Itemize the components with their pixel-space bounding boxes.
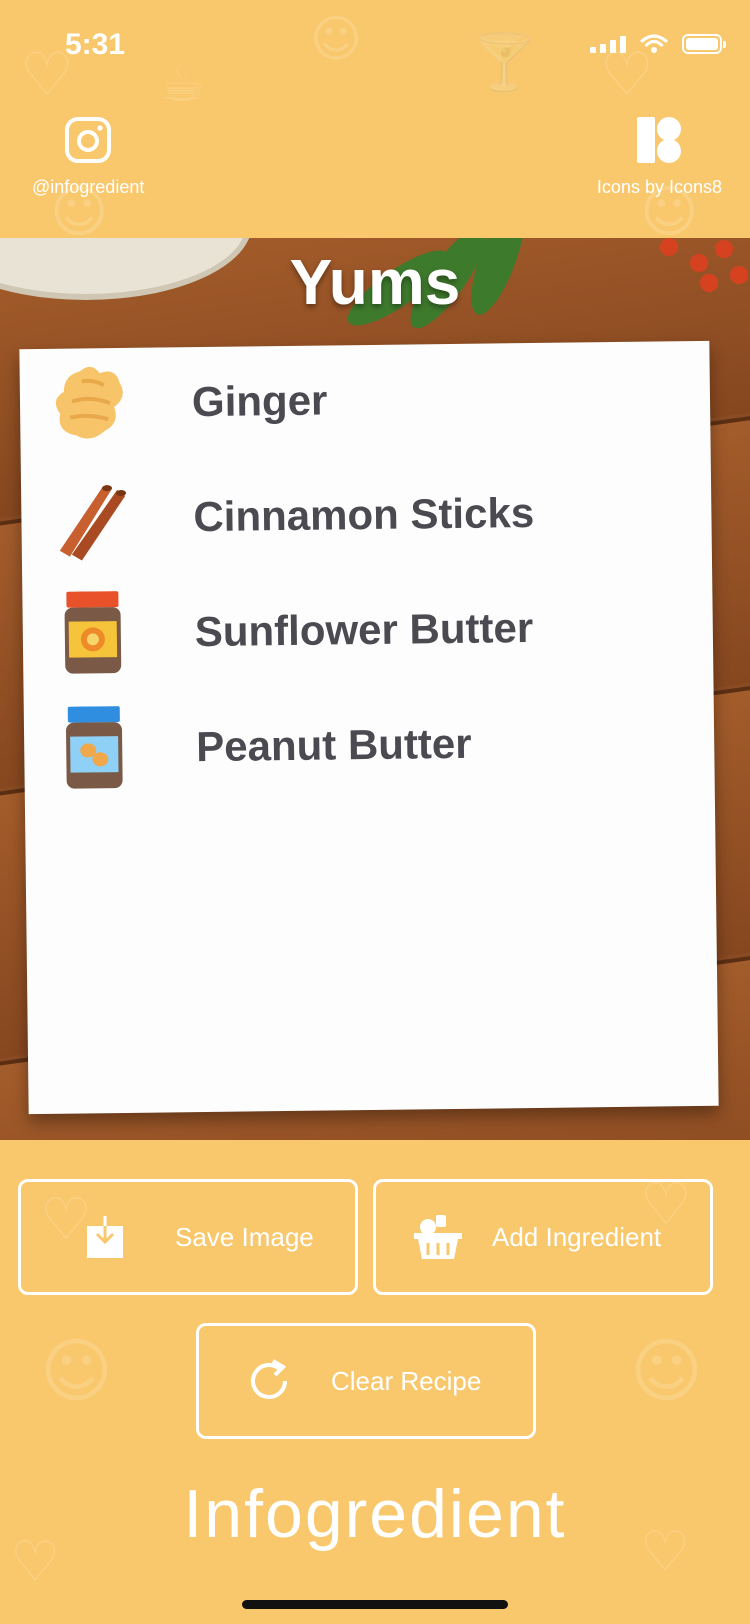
cellular-signal-icon	[590, 35, 626, 53]
add-ingredient-label: Add Ingredient	[492, 1221, 662, 1252]
icons8-credit-link[interactable]: Icons by Icons8	[597, 115, 722, 198]
ingredient-name: Cinnamon Sticks	[193, 488, 535, 541]
instagram-handle-label: @infogredient	[32, 177, 145, 197]
clear-recipe-button[interactable]: Clear Recipe	[196, 1323, 536, 1439]
ingredient-row[interactable]: Sunflower Butter	[52, 578, 534, 684]
ginger-icon	[49, 358, 130, 449]
wifi-icon	[640, 34, 668, 54]
battery-icon	[682, 34, 726, 54]
save-image-label: Save Image	[175, 1221, 314, 1252]
clear-recipe-label: Clear Recipe	[331, 1365, 482, 1396]
ingredient-name: Ginger	[191, 376, 328, 426]
save-image-button[interactable]: Save Image	[18, 1179, 358, 1295]
instagram-credit-link[interactable]: @infogredient	[32, 115, 144, 198]
download-icon	[77, 1216, 133, 1258]
status-time: 5:31	[65, 28, 126, 61]
icons8-credit-label: Icons by Icons8	[596, 177, 722, 197]
recipe-title: Yums	[289, 246, 461, 318]
app-name: Infogredient	[183, 1476, 567, 1552]
ingredient-name: Peanut Butter	[195, 719, 472, 771]
smiley-doodle-icon: ☺	[40, 1330, 113, 1412]
add-ingredient-button[interactable]: Add Ingredient	[373, 1179, 713, 1295]
status-bar: 5:31	[0, 0, 750, 90]
ingredient-name: Sunflower Butter	[194, 603, 534, 656]
refresh-icon	[241, 1357, 297, 1405]
app-screen: ♡ ☕ ☺ 🍸 ♡ ☺ ☺ ♡ ♡ ☺ ☺ ♡ ♡ 5:31 @infogred…	[0, 0, 750, 1624]
cinnamon-sticks-icon	[51, 473, 132, 564]
grocery-basket-icon	[410, 1215, 466, 1259]
sunflower-butter-jar-icon	[52, 588, 133, 679]
home-indicator[interactable]	[242, 1600, 508, 1609]
smiley-doodle-icon: ☺	[630, 1330, 703, 1412]
ingredient-row[interactable]: Ginger	[49, 350, 328, 453]
recipe-card: Ginger Cinnamon Sticks Sunflower Butter …	[19, 340, 719, 1115]
icons8-logo-icon	[637, 115, 682, 165]
ingredient-row[interactable]: Cinnamon Sticks	[51, 463, 535, 569]
status-icons	[590, 34, 726, 54]
instagram-icon	[65, 115, 112, 165]
ingredient-row[interactable]: Peanut Butter	[54, 694, 473, 799]
peanut-butter-jar-icon	[54, 703, 135, 794]
